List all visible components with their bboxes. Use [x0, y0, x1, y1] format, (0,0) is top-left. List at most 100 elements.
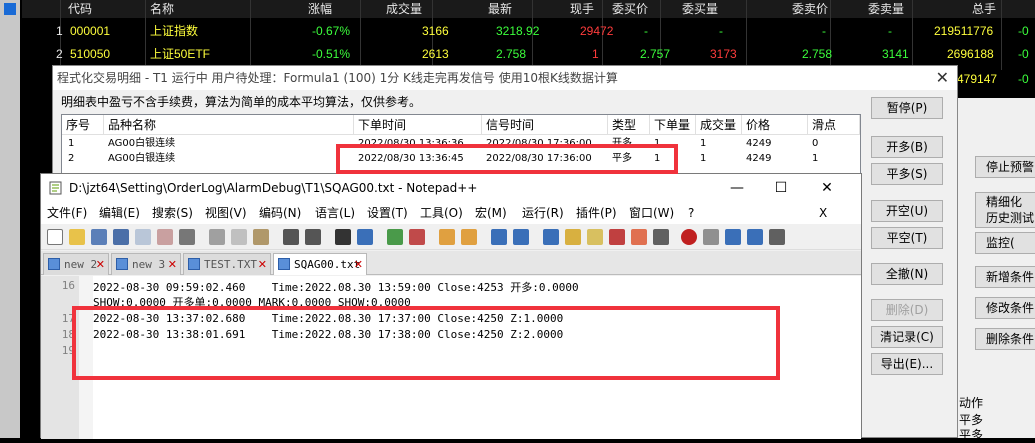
tab-new-2[interactable]: new 2 ✕: [43, 253, 109, 275]
lang-icon[interactable]: [565, 229, 581, 245]
stop-macro-icon[interactable]: [703, 229, 719, 245]
function-list-icon[interactable]: [609, 229, 625, 245]
col-bid[interactable]: 委买价: [612, 0, 648, 18]
col-change[interactable]: 涨幅: [308, 0, 332, 18]
save-all-icon[interactable]: [113, 229, 129, 245]
menu-bar: 文件(F) 编辑(E) 搜索(S) 视图(V) 编码(N) 语言(L) 设置(T…: [41, 202, 861, 224]
replace-icon[interactable]: [357, 229, 373, 245]
menu-settings[interactable]: 设置(T): [367, 202, 408, 224]
quote-row[interactable]: 1 000001 上证指数 -0.67% 3166 3218.92 29472 …: [22, 22, 1035, 44]
clear-records-button[interactable]: 清记录(C): [871, 326, 943, 348]
save-macro-icon[interactable]: [769, 229, 785, 245]
col-hand[interactable]: 现手: [570, 0, 594, 18]
paste-icon[interactable]: [253, 229, 269, 245]
menu-window[interactable]: 窗口(W): [629, 202, 674, 224]
cut-icon[interactable]: [209, 229, 225, 245]
menu-tools[interactable]: 工具(O): [420, 202, 463, 224]
show-all-chars-icon[interactable]: [513, 229, 529, 245]
close-file-icon[interactable]: [135, 229, 151, 245]
tab-test-txt[interactable]: TEST.TXT ✕: [183, 253, 271, 275]
col-name[interactable]: 品种名称: [104, 115, 354, 135]
menu-edit[interactable]: 编辑(E): [99, 202, 140, 224]
col-ask[interactable]: 委卖价: [792, 0, 828, 18]
action-label: 动作: [959, 396, 984, 410]
col-order-time[interactable]: 下单时间: [354, 115, 482, 135]
record-macro-icon[interactable]: [681, 229, 697, 245]
col-type[interactable]: 类型: [608, 115, 650, 135]
delete-condition-button[interactable]: 删除条件: [975, 328, 1035, 350]
menu-encoding[interactable]: 编码(N): [259, 202, 301, 224]
save-icon[interactable]: [91, 229, 107, 245]
close-document-icon[interactable]: X: [819, 202, 827, 224]
menu-search[interactable]: 搜索(S): [152, 202, 193, 224]
col-signal-time[interactable]: 信号时间: [482, 115, 608, 135]
highlight-box: [72, 306, 780, 380]
close-short-button[interactable]: 平空(T): [871, 227, 943, 249]
minimize-icon[interactable]: —: [717, 174, 757, 202]
history-test-button[interactable]: 精细化 历史测试: [975, 192, 1035, 228]
run-multiple-icon[interactable]: [747, 229, 763, 245]
dialog-close-icon[interactable]: ✕: [936, 68, 949, 87]
zoom-out-icon[interactable]: [409, 229, 425, 245]
dialog-note: 明细表中盈亏不含手续费，算法为简单的成本平均算法，仅供参考。: [61, 95, 422, 109]
monitor-icon[interactable]: [653, 229, 669, 245]
tab-close-icon[interactable]: ✕: [168, 254, 177, 275]
tab-sqag00-txt[interactable]: SQAG00.txt ✕: [273, 253, 367, 275]
add-condition-button[interactable]: 新增条件: [975, 266, 1035, 288]
close-all-icon[interactable]: [157, 229, 173, 245]
menu-language[interactable]: 语言(L): [315, 202, 355, 224]
export-button[interactable]: 导出(E)...: [871, 353, 943, 375]
maximize-icon[interactable]: ☐: [761, 174, 801, 202]
zoom-in-icon[interactable]: [387, 229, 403, 245]
close-long-button[interactable]: 平多(S): [871, 163, 943, 185]
tab-close-icon[interactable]: ✕: [354, 254, 363, 275]
col-qty[interactable]: 下单量: [650, 115, 696, 135]
tab-close-icon[interactable]: ✕: [258, 254, 267, 275]
quote-table: 代码 名称 涨幅 成交量 最新 现手 委买价 委买量 委卖价 委卖量 总手 1 …: [0, 0, 1035, 438]
col-name[interactable]: 名称: [150, 0, 174, 18]
menu-macro[interactable]: 宏(M): [475, 202, 507, 224]
quote-row[interactable]: 2 510050 上证50ETF -0.51% 2613 2.758 1 2.7…: [22, 45, 1035, 67]
undo-icon[interactable]: [283, 229, 299, 245]
menu-plugins[interactable]: 插件(P): [576, 202, 617, 224]
col-ask-vol[interactable]: 委卖量: [868, 0, 904, 18]
sync-v-icon[interactable]: [439, 229, 455, 245]
open-short-button[interactable]: 开空(U): [871, 200, 943, 222]
menu-view[interactable]: 视图(V): [205, 202, 247, 224]
word-wrap-icon[interactable]: [491, 229, 507, 245]
col-volume[interactable]: 成交量: [386, 0, 422, 18]
tab-close-icon[interactable]: ✕: [96, 254, 105, 275]
app-icon[interactable]: [4, 3, 16, 15]
col-last[interactable]: 最新: [488, 0, 512, 18]
col-total[interactable]: 总手: [972, 0, 996, 18]
col-code[interactable]: 代码: [68, 0, 92, 18]
col-slip[interactable]: 滑点: [808, 115, 860, 135]
stop-alert-button[interactable]: 停止预警: [975, 156, 1035, 178]
find-icon[interactable]: [335, 229, 351, 245]
menu-file[interactable]: 文件(F): [47, 202, 87, 224]
monitor-button[interactable]: 监控(: [975, 232, 1035, 254]
folder-workspace-icon[interactable]: [631, 229, 647, 245]
open-file-icon[interactable]: [69, 229, 85, 245]
redo-icon[interactable]: [305, 229, 321, 245]
close-icon[interactable]: ✕: [807, 174, 847, 202]
play-macro-icon[interactable]: [725, 229, 741, 245]
edit-condition-button[interactable]: 修改条件: [975, 297, 1035, 319]
menu-run[interactable]: 运行(R): [522, 202, 564, 224]
new-file-icon[interactable]: [47, 229, 63, 245]
pause-button[interactable]: 暂停(P): [871, 97, 943, 119]
sync-h-icon[interactable]: [461, 229, 477, 245]
open-long-button[interactable]: 开多(B): [871, 136, 943, 158]
col-seq[interactable]: 序号: [62, 115, 104, 135]
col-bid-vol[interactable]: 委买量: [682, 0, 718, 18]
copy-icon[interactable]: [231, 229, 247, 245]
tab-new-3[interactable]: new 3 ✕: [111, 253, 181, 275]
print-icon[interactable]: [179, 229, 195, 245]
col-filled[interactable]: 成交量: [696, 115, 742, 135]
doc-map-icon[interactable]: [587, 229, 603, 245]
delete-button[interactable]: 删除(D): [871, 299, 943, 321]
indent-guide-icon[interactable]: [543, 229, 559, 245]
cancel-all-button[interactable]: 全撤(N): [871, 263, 943, 285]
col-price[interactable]: 价格: [742, 115, 808, 135]
menu-help[interactable]: ?: [688, 202, 694, 224]
